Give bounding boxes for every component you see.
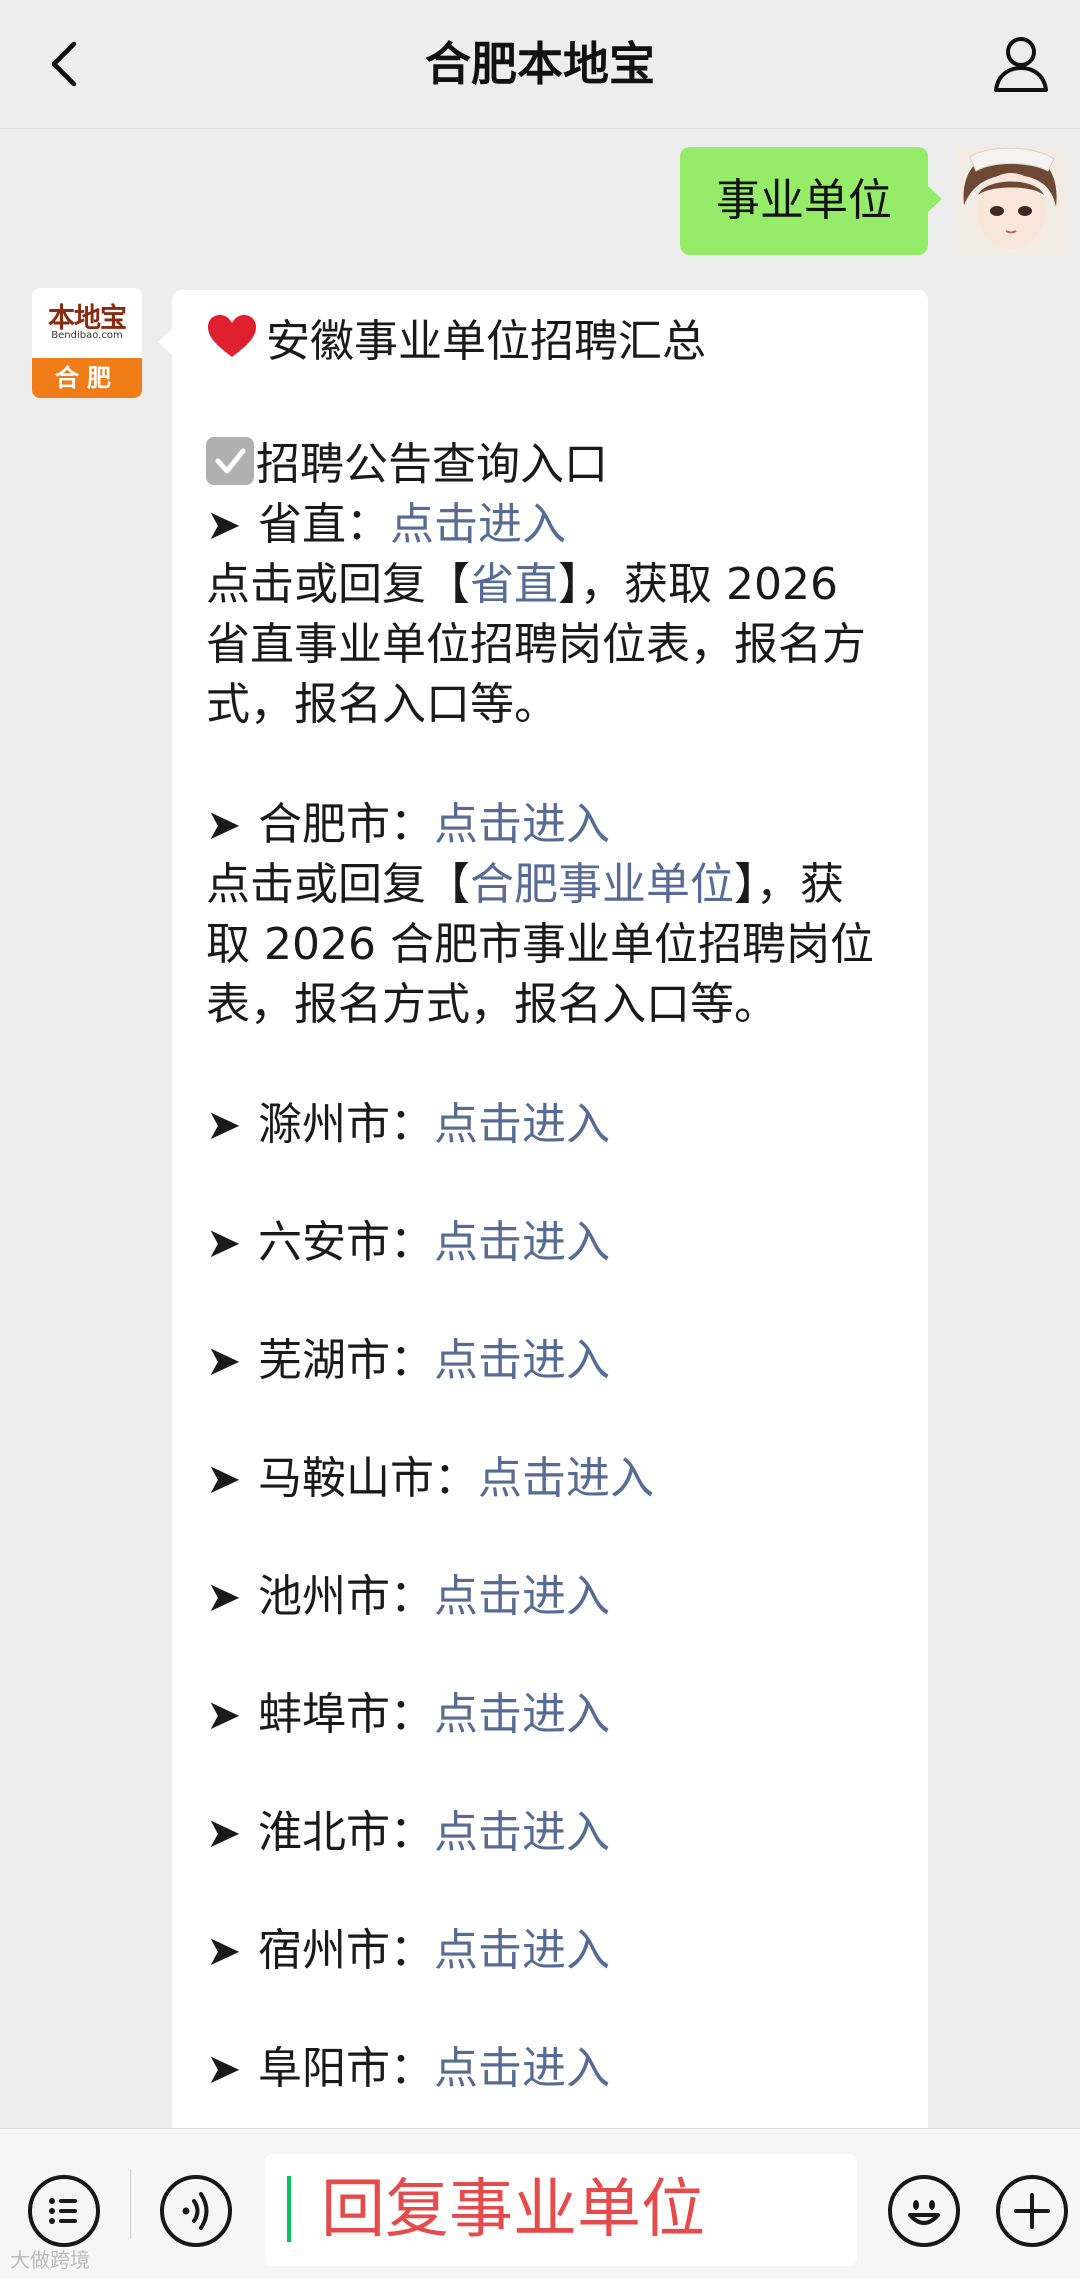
region-label: 马鞍山市： [258,1453,478,1504]
province-desc-line2: 省直事业单位招聘岗位表，报名方 [206,619,866,670]
region-row: ➤ 淮北市：点击进入 [206,1803,894,1863]
arrow-icon: ➤ [206,1690,242,1739]
region-row-hefei: ➤ 合肥市：点击进入 [206,795,894,855]
region-label: 省直： [258,499,390,550]
text-caret [287,2176,291,2242]
bot-heading: 安徽事业单位招聘汇总 [266,316,706,367]
checkbox-icon [206,437,254,485]
arrow-icon: ➤ [206,1808,242,1857]
region-row: ➤ 滁州市：点击进入 [206,1095,894,1155]
region-row: ➤ 阜阳市：点击进入 [206,2039,894,2099]
region-link[interactable]: 点击进入 [434,1925,610,1976]
region-row: ➤ 马鞍山市：点击进入 [206,1449,894,1509]
region-link[interactable]: 点击进入 [478,1453,654,1504]
region-label: 滁州市： [258,1099,434,1150]
region-link[interactable]: 点击进入 [434,1571,610,1622]
hefei-desc-line2: 取 2026 合肥市事业单位招聘岗位 [206,919,874,970]
region-link-hefei[interactable]: 点击进入 [434,799,610,850]
emoji-button[interactable] [888,2175,960,2247]
province-desc-line3: 式，报名入口等。 [206,679,558,730]
section-title-line: 招聘公告查询入口 [206,435,894,495]
hefei-desc-line3: 表，报名方式，报名入口等。 [206,979,778,1030]
section-title: 招聘公告查询入口 [256,439,608,490]
user-avatar-illustration [956,145,1066,255]
arrow-icon: ➤ [206,1336,242,1385]
region-row-province: ➤ 省直：点击进入 [206,495,894,555]
input-toolbar: 回复事业单位 [0,2128,1080,2279]
input-value: 回复事业单位 [321,2173,705,2247]
emoji-icon [908,2200,940,2225]
user-message-bubble[interactable]: 事业单位 [680,147,942,255]
region-link[interactable]: 点击进入 [434,1217,610,1268]
desc-text: 】，获 [734,859,844,910]
watermark: 大做跨境 [10,2248,90,2272]
arrow-icon: ➤ [206,1454,242,1503]
region-label: 池州市： [258,1571,434,1622]
official-account-avatar[interactable]: 本地宝 Bendibao.com 合肥 [32,288,142,398]
chat-header: 合肥本地宝 [0,0,1080,129]
arrow-icon: ➤ [206,500,242,549]
region-row: ➤ 芜湖市：点击进入 [206,1331,894,1391]
message-input[interactable]: 回复事业单位 [265,2154,857,2266]
arrow-icon: ➤ [206,1572,242,1621]
heart-icon [206,313,266,375]
user-avatar[interactable] [956,145,1066,255]
region-label: 淮北市： [258,1807,434,1858]
region-row: ➤ 六安市：点击进入 [206,1213,894,1273]
region-label: 阜阳市： [258,2043,434,2094]
plus-icon [1014,2193,1050,2229]
region-link[interactable]: 点击进入 [434,1099,610,1150]
desc-text: 点击或回复【 [206,859,470,910]
region-label: 宿州市： [258,1925,434,1976]
region-link[interactable]: 点击进入 [434,1807,610,1858]
region-link-province[interactable]: 点击进入 [390,499,566,550]
region-link[interactable]: 点击进入 [434,1335,610,1386]
user-message-text: 事业单位 [716,175,892,226]
arrow-icon: ➤ [206,1100,242,1149]
hefei-desc-line1: 点击或回复【合肥事业单位】，获 [206,855,894,915]
region-link[interactable]: 点击进入 [434,1689,610,1740]
region-row: ➤ 宿州市：点击进入 [206,1921,894,1981]
toolbar-divider [130,2169,131,2239]
person-icon [994,37,1048,92]
profile-button[interactable] [988,30,1054,96]
keyword-link-province[interactable]: 省直 [470,559,558,610]
list-menu-icon [49,2198,77,2224]
arrow-icon: ➤ [206,1218,242,1267]
menu-button[interactable] [28,2175,100,2247]
voice-icon [182,2192,209,2230]
logo-subtext: Bendibao.com [51,330,123,341]
desc-text: 】，获取 2026 [558,559,838,610]
region-row: ➤ 蚌埠市：点击进入 [206,1685,894,1745]
logo-top: 本地宝 Bendibao.com [32,288,142,358]
region-label: 蚌埠市： [258,1689,434,1740]
region-label: 芜湖市： [258,1335,434,1386]
arrow-icon: ➤ [206,2044,242,2093]
bot-message-bubble: 安徽事业单位招聘汇总 招聘公告查询入口 ➤ 省直：点击进入 点击或回复【省直】，获… [158,290,928,2140]
plus-button[interactable] [996,2175,1068,2247]
province-desc-line1: 点击或回复【省直】，获取 2026 [206,555,894,615]
region-row: ➤ 池州市：点击进入 [206,1567,894,1627]
bot-heading-line: 安徽事业单位招聘汇总 [206,312,894,375]
region-label: 合肥市： [258,799,434,850]
logo-city: 合肥 [32,358,142,398]
page-title: 合肥本地宝 [425,37,655,91]
keyword-link-hefei[interactable]: 合肥事业单位 [470,859,734,910]
region-label: 六安市： [258,1217,434,1268]
desc-text: 点击或回复【 [206,559,470,610]
arrow-icon: ➤ [206,800,242,849]
voice-button[interactable] [160,2175,232,2247]
region-link[interactable]: 点击进入 [434,2043,610,2094]
arrow-icon: ➤ [206,1926,242,1975]
